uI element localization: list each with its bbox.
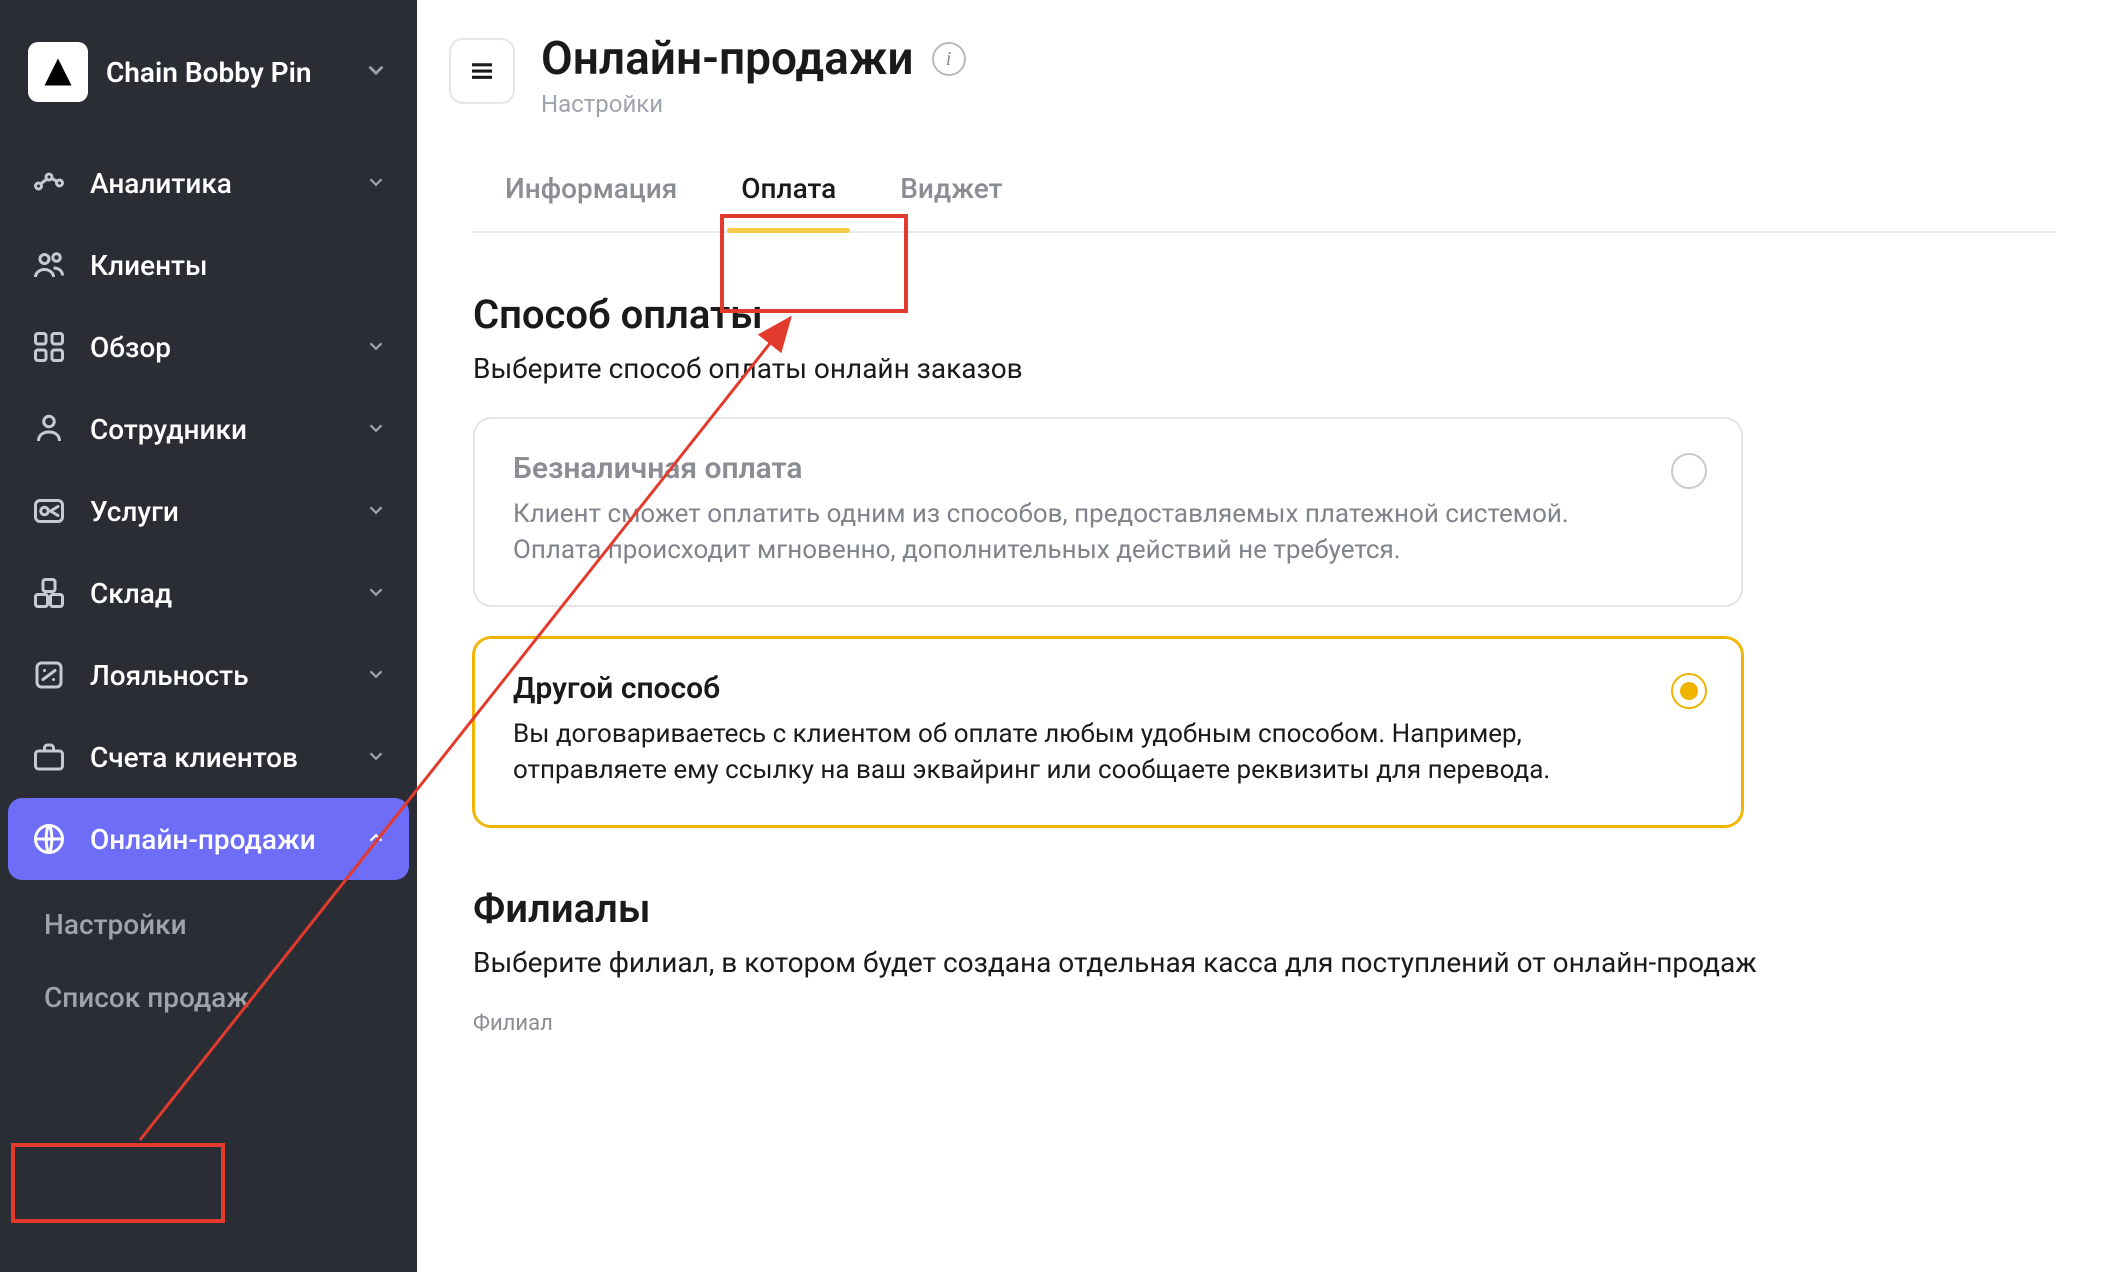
subnav-item-settings[interactable]: Настройки <box>34 888 409 961</box>
subnav-item-sales-list[interactable]: Список продаж <box>34 961 409 1034</box>
warehouse-icon <box>30 574 68 612</box>
option-desc: Вы договариваетесь с клиентом об оплате … <box>513 716 1703 789</box>
tab-information[interactable]: Информация <box>473 146 709 231</box>
tab-widget[interactable]: Виджет <box>868 146 1034 231</box>
tabs: Информация Оплата Виджет <box>473 146 2056 233</box>
company-name: Chain Bobby Pin <box>106 56 345 89</box>
sidebar-item-clients[interactable]: Клиенты <box>8 224 409 306</box>
chevron-up-icon <box>365 823 387 856</box>
sidebar-item-label: Клиенты <box>90 249 207 282</box>
sidebar-item-employees[interactable]: Сотрудники <box>8 388 409 470</box>
sidebar-item-label: Онлайн-продажи <box>90 823 316 856</box>
field-label: Филиал <box>473 1011 2056 1036</box>
analytics-icon <box>30 164 68 202</box>
radio-icon <box>1671 453 1707 489</box>
sidebar-item-label: Обзор <box>90 331 171 364</box>
page-subtitle: Настройки <box>541 90 966 118</box>
sidebar-item-client-accounts[interactable]: Счета клиентов <box>8 716 409 798</box>
chevron-down-icon <box>363 57 389 87</box>
sidebar-item-overview[interactable]: Обзор <box>8 306 409 388</box>
option-title: Другой способ <box>513 671 1703 706</box>
sidebar-item-services[interactable]: Услуги <box>8 470 409 552</box>
chevron-down-icon <box>365 741 387 774</box>
overview-icon <box>30 328 68 366</box>
section-title: Филиалы <box>473 885 2056 932</box>
chevron-down-icon <box>365 413 387 446</box>
company-selector[interactable]: Chain Bobby Pin <box>0 20 417 142</box>
sidebar-item-warehouse[interactable]: Склад <box>8 552 409 634</box>
sidebar-item-label: Аналитика <box>90 167 232 200</box>
briefcase-icon <box>30 738 68 776</box>
radio-icon <box>1671 673 1707 709</box>
globe-icon <box>30 820 68 858</box>
payment-option-cashless[interactable]: Безналичная оплата Клиент сможет оплатит… <box>473 417 1743 607</box>
sidebar-item-online-sales[interactable]: Онлайн-продажи <box>8 798 409 880</box>
chevron-down-icon <box>365 659 387 692</box>
clients-icon <box>30 246 68 284</box>
toggle-sidebar-button[interactable] <box>449 38 515 104</box>
sidebar-item-label: Услуги <box>90 495 179 528</box>
chevron-down-icon <box>365 577 387 610</box>
section-desc: Выберите способ оплаты онлайн заказов <box>473 352 2056 385</box>
sidebar: Chain Bobby Pin Аналитика Клиенты Обзо <box>0 0 417 1272</box>
option-title: Безналичная оплата <box>513 451 1703 486</box>
payment-option-other[interactable]: Другой способ Вы договариваетесь с клиен… <box>473 637 1743 827</box>
main: Онлайн-продажи i Настройки Информация Оп… <box>417 0 2112 1272</box>
section-desc: Выберите филиал, в котором будет создана… <box>473 946 2056 979</box>
services-icon <box>30 492 68 530</box>
content: Информация Оплата Виджет Способ оплаты В… <box>417 146 2112 1036</box>
page-header: Онлайн-продажи i Настройки <box>417 0 2112 146</box>
loyalty-icon <box>30 656 68 694</box>
tab-payment[interactable]: Оплата <box>709 146 868 231</box>
sidebar-item-label: Счета клиентов <box>90 741 298 774</box>
page-title: Онлайн-продажи <box>541 32 914 86</box>
section-title: Способ оплаты <box>473 291 2056 338</box>
branches-section: Филиалы Выберите филиал, в котором будет… <box>473 885 2056 1036</box>
sidebar-item-label: Лояльность <box>90 659 249 692</box>
chevron-down-icon <box>365 331 387 364</box>
option-desc: Клиент сможет оплатить одним из способов… <box>513 496 1703 569</box>
info-icon[interactable]: i <box>932 42 966 76</box>
sidebar-item-label: Склад <box>90 577 172 610</box>
employees-icon <box>30 410 68 448</box>
payment-method-section: Способ оплаты Выберите способ оплаты онл… <box>473 291 2056 827</box>
sidebar-item-analytics[interactable]: Аналитика <box>8 142 409 224</box>
subnav: Настройки Список продаж <box>8 880 409 1034</box>
chevron-down-icon <box>365 167 387 200</box>
company-logo <box>28 42 88 102</box>
nav: Аналитика Клиенты Обзор Сотрудники <box>0 142 417 1034</box>
sidebar-item-loyalty[interactable]: Лояльность <box>8 634 409 716</box>
sidebar-item-label: Сотрудники <box>90 413 247 446</box>
chevron-down-icon <box>365 495 387 528</box>
